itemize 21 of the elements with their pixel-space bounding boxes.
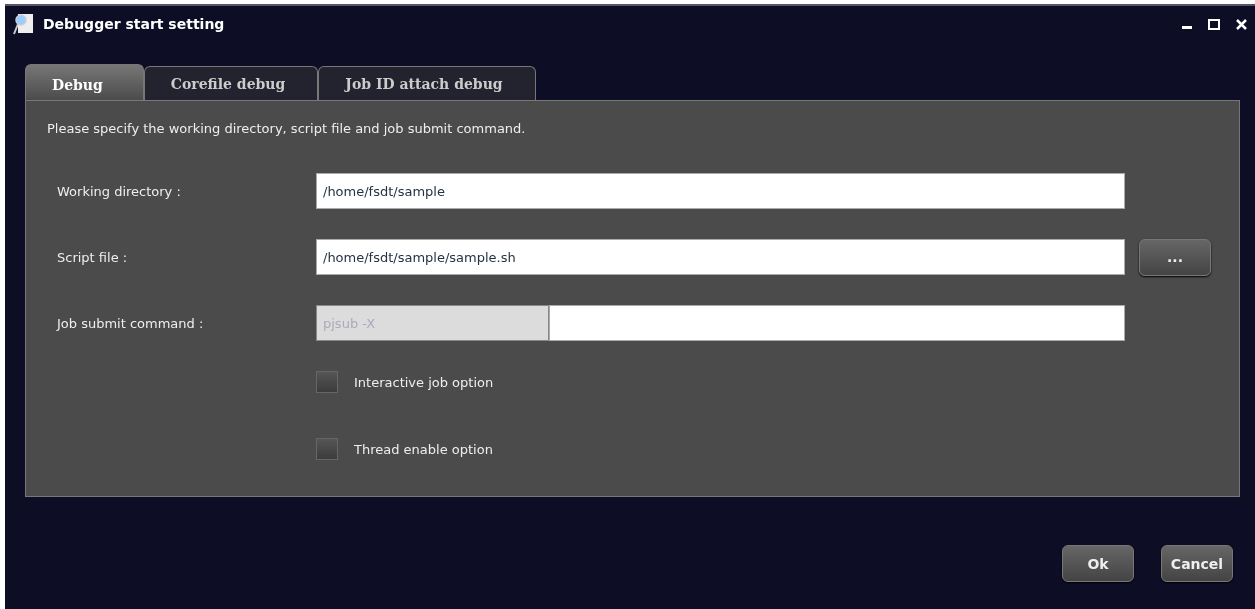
- null[interactable]: Ok: [1062, 545, 1134, 582]
- input-field[interactable]: /home/fsdt/sample/sample.sh: [316, 239, 1125, 275]
- tab[interactable]: Corefile debug: [143, 66, 319, 100]
- checkbox[interactable]: [316, 371, 338, 393]
- null[interactable]: Cancel: [1161, 545, 1233, 582]
- instruction-text: Please specify the working directory, script file and job submit command.: [47, 121, 527, 138]
- field-label: Working directory :: [56, 183, 182, 199]
- input-field[interactable]: /home/fsdt/sample: [316, 173, 1125, 209]
- checkbox-label: Thread enable option: [354, 441, 493, 457]
- field-label: Job submit command :: [55, 315, 205, 331]
- checkbox-label: Interactive job option: [354, 374, 494, 390]
- checkbox[interactable]: [316, 438, 338, 460]
- close-icon[interactable]: [1236, 18, 1247, 30]
- field-label: Script file :: [56, 249, 129, 265]
- null[interactable]: ...: [1139, 238, 1211, 276]
- maximize-icon[interactable]: [1208, 18, 1220, 30]
- tab[interactable]: Job ID attach debug: [318, 66, 536, 100]
- input-field[interactable]: [549, 305, 1125, 341]
- window-title: Debugger start setting: [43, 16, 226, 32]
- magnifier-document-icon: [13, 12, 35, 36]
- tab[interactable]: Debug: [25, 64, 144, 100]
